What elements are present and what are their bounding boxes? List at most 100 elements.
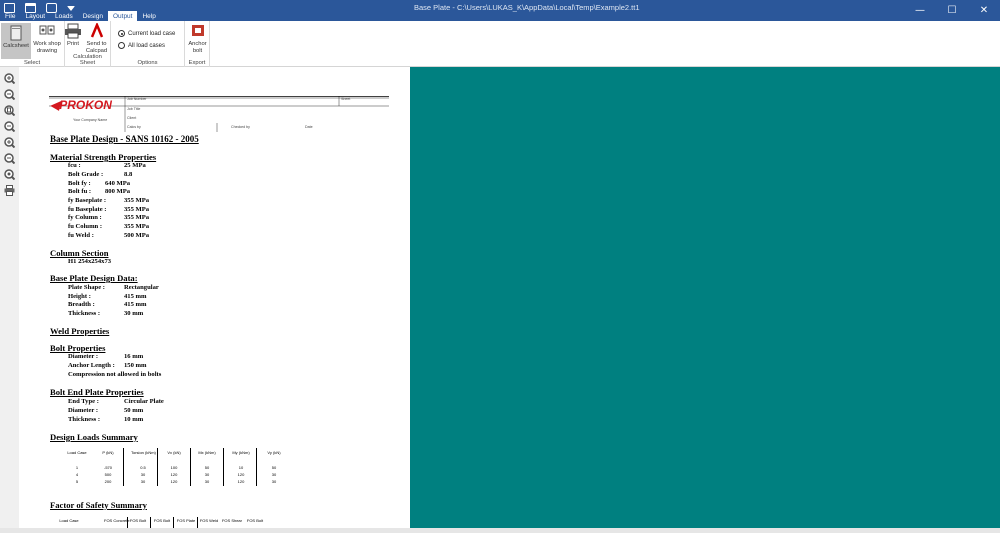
bolt-title: Bolt Properties [50,343,106,353]
horizontal-scrollbar[interactable] [0,528,1000,533]
zoom-plus-icon[interactable] [4,137,15,148]
baseplate-value: 30 mm [124,310,144,317]
loads-cell: 30 [204,472,210,477]
workshop-drawing-label: Work shop drawing [33,41,61,54]
table-divider [256,448,257,486]
loads-cell: 100 [170,465,178,470]
zoom-in-icon[interactable] [4,73,15,84]
material-label: fy Baseplate : [68,197,107,204]
current-load-case-label: Current load case [128,30,176,37]
material-value: 355 MPa [124,197,150,204]
loads-cell: 5 [75,479,79,484]
main-title: Base Plate Design - SANS 10162 - 2005 [50,134,199,144]
loads-cell: 50 [271,465,277,470]
safety-header: FOS Bolt [246,518,264,523]
loads-header: Load Case [67,450,87,455]
checked-by-label: Checked by [231,125,250,129]
calcpad-icon [90,23,103,38]
loads-cell: 120 [237,479,245,484]
anchor-bolt-button[interactable]: Anchor bolt [186,23,209,54]
baseplate-row: Breadth : 415 mm [68,301,147,308]
window-title: Base Plate - C:\Users\LUKAS_K\AppData\Lo… [414,3,640,12]
table-divider [157,448,158,486]
loads-cell: -570 [103,465,112,470]
logo-chevron-icon: ◀ [50,98,60,112]
bolt-value: 150 mm [124,362,147,369]
material-row: Bolt Grade : 8.8 [68,171,132,178]
boltend-value: 50 mm [124,407,144,414]
drawing-viewer[interactable] [410,67,1000,533]
material-label: Bolt Grade : [68,171,104,178]
zoom-out-icon[interactable] [4,89,15,100]
loads-cell: 50 [204,465,210,470]
all-load-cases-option[interactable]: All load cases [118,42,165,49]
close-button[interactable]: ✕ [968,0,1000,21]
printer-icon [65,23,81,39]
loads-cell: 120 [237,472,245,477]
export-group-label: Export [188,60,206,66]
loads-cell: 30 [271,479,277,484]
material-row: fy Column : 355 MPa [68,214,149,221]
boltend-label: Thickness : [68,416,101,423]
anchor-bolt-icon [191,25,204,36]
zoom-page-icon[interactable] [4,105,15,116]
baseplate-row: Height : 415 mm [68,293,147,300]
baseplate-label: Thickness : [68,310,101,317]
baseplate-label: Height : [68,293,91,300]
company-name: Your Company Name [73,118,108,122]
loads-header: Vx (kN) [167,450,181,455]
boltend-row: Diameter : 50 mm [68,407,143,414]
send-to-calcpad-button[interactable]: Send to Calcpad [83,23,110,54]
baseplate-value: Rectangular [124,284,159,291]
job-title-label: Job Title [127,107,141,111]
options-group-label: Options [137,60,158,66]
minimize-button[interactable]: — [904,0,936,21]
material-row: fy Baseplate : 355 MPa [68,197,149,204]
calcsheet-button[interactable]: Calcsheet [1,23,31,59]
loads-cell: 10 [238,465,244,470]
calculation-sheet-preview[interactable]: ◀PROKON Job Number Sheet Job Title Your … [19,67,410,533]
loads-cell: 30 [140,472,146,477]
logo-text: PROKON [59,98,112,112]
table-divider [123,448,124,486]
loads-cell: 30 [271,472,277,477]
table-divider [190,448,191,486]
baseplate-value: 415 mm [124,293,147,300]
zoom-width-icon[interactable] [4,121,15,132]
boltend-title: Bolt End Plate Properties [50,387,144,397]
export-group: Anchor bolt Export [185,21,210,67]
job-number-label: Job Number [127,97,147,101]
calculation-sheet-group-label: Calculation Sheet [73,54,102,66]
current-load-case-option[interactable]: Current load case [118,30,175,37]
zoom-minus-icon[interactable] [4,153,15,164]
material-row: fu Baseplate : 355 MPa [68,206,149,213]
baseplate-title: Base Plate Design Data: [50,273,138,283]
material-value: 355 MPa [124,223,150,230]
maximize-button[interactable]: ☐ [936,0,968,21]
date-label: Date [305,125,313,129]
print-icon[interactable] [4,185,15,196]
baseplate-row: Plate Shape : Rectangular [68,284,159,291]
print-button[interactable]: Print [65,23,81,48]
safety-title: Factor of Safety Summary [50,500,147,510]
current-load-case-radio[interactable] [118,30,125,37]
material-row: Bolt fu : 800 MPa [68,188,130,195]
material-value: 800 MPa [105,188,131,195]
workshop-drawing-button[interactable]: Work shop drawing [31,23,63,54]
all-load-cases-radio[interactable] [118,42,125,49]
material-label: Bolt fu : [68,188,92,195]
loads-cell: 30 [140,479,146,484]
safety-header: FOS Shear [221,518,242,523]
zoom-fit-icon[interactable] [4,169,15,180]
loads-header: My (kNm) [232,450,250,455]
safety-header: FOS Plate [176,518,196,523]
select-group: Calcsheet Work shop drawing Select [0,21,65,67]
loads-title: Design Loads Summary [50,432,138,442]
loads-cell: 0.5 [140,465,146,470]
safety-header: FOS Bolt [129,518,147,523]
loads-cell: 4 [75,472,79,477]
safety-header: FOS Concrete [104,518,130,523]
ribbon: Calcsheet Work shop drawing Select Print… [0,21,1000,67]
safety-header: Load Case [59,518,79,523]
options-group: Current load case All load cases Options [111,21,185,67]
